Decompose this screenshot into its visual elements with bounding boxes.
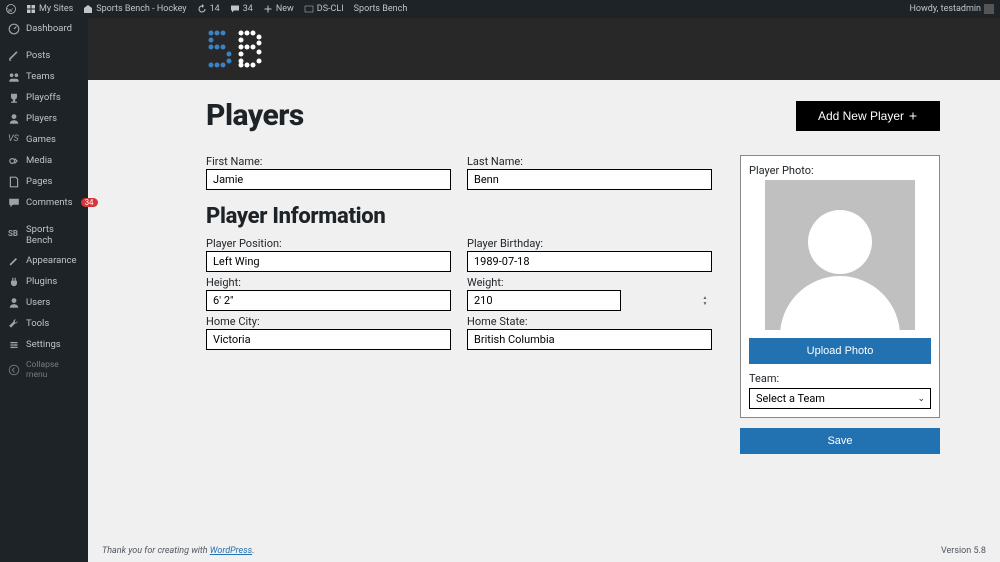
sidebar-item-appearance[interactable]: Appearance — [0, 250, 88, 271]
weight-input[interactable] — [467, 290, 621, 311]
last-name-input[interactable] — [467, 169, 712, 190]
sidebar-item-label: Posts — [26, 50, 50, 61]
sidebar-item-label: Sports Bench — [26, 224, 80, 246]
sidebar-item-media[interactable]: Media — [0, 150, 88, 171]
sidebar-item-settings[interactable]: Settings — [0, 334, 88, 355]
sidebar-item-label: Appearance — [26, 255, 77, 266]
sidebar-item-label: Settings — [26, 339, 61, 350]
plus-icon — [908, 111, 918, 121]
sb-logo — [206, 28, 264, 70]
sb-icon: SB — [8, 229, 20, 241]
sidebar-item-label: Playoffs — [26, 92, 61, 103]
sidebar-item-label: Tools — [26, 318, 49, 329]
position-input[interactable] — [206, 251, 451, 272]
first-name-input[interactable] — [206, 169, 451, 190]
wordpress-link[interactable]: WordPress — [210, 546, 252, 556]
player-photo-placeholder — [765, 180, 915, 330]
home-state-input[interactable] — [467, 329, 712, 350]
sidebar-item-players[interactable]: Players — [0, 108, 88, 129]
updates-link[interactable]: 14 — [197, 4, 220, 14]
home-city-input[interactable] — [206, 329, 451, 350]
sidebar-item-label: Plugins — [26, 276, 57, 287]
sidebar-item-dashboard[interactable]: Dashboard — [0, 18, 88, 39]
home-state-label: Home State: — [467, 315, 712, 328]
position-label: Player Position: — [206, 237, 451, 250]
upload-photo-button[interactable]: Upload Photo — [749, 338, 931, 364]
new-link[interactable]: New — [263, 4, 294, 14]
sidebar-item-comments[interactable]: Comments34 — [0, 192, 88, 213]
sidebar-item-teams[interactable]: Teams — [0, 66, 88, 87]
comments-link[interactable]: 34 — [230, 4, 253, 14]
last-name-label: Last Name: — [467, 155, 712, 168]
main-content: Players Add New Player First Name: Last … — [88, 18, 1000, 562]
avatar-icon — [984, 4, 994, 14]
birthday-input[interactable] — [467, 251, 712, 272]
save-button[interactable]: Save — [740, 428, 940, 454]
height-label: Height: — [206, 276, 451, 289]
sidebar-item-posts[interactable]: Posts — [0, 45, 88, 66]
sidebar-item-users[interactable]: Users — [0, 292, 88, 313]
home-city-label: Home City: — [206, 315, 451, 328]
sidebar-item-pages[interactable]: Pages — [0, 171, 88, 192]
team-label: Team: — [749, 372, 931, 385]
my-sites-link[interactable]: My Sites — [26, 4, 73, 14]
sidebar-item-label: Dashboard — [26, 23, 72, 34]
wp-logo[interactable] — [6, 4, 16, 14]
sidebar-item-plugins[interactable]: Plugins — [0, 271, 88, 292]
sidebar-item-tools[interactable]: Tools — [0, 313, 88, 334]
sidebar-item-label: Players — [26, 113, 57, 124]
sidebar-item-label: Games — [26, 134, 56, 145]
birthday-label: Player Birthday: — [467, 237, 712, 250]
first-name-label: First Name: — [206, 155, 451, 168]
player-photo-panel: Player Photo: Upload Photo Team: Select … — [740, 155, 940, 418]
sidebar-item-label: Users — [26, 297, 50, 308]
sports-bench-link[interactable]: Sports Bench — [354, 4, 408, 14]
sidebar-item-playoffs[interactable]: Playoffs — [0, 87, 88, 108]
player-photo-label: Player Photo: — [749, 164, 931, 177]
sidebar-item-sportsbench[interactable]: SB Sports Bench — [0, 219, 88, 250]
admin-bar: My Sites Sports Bench - Hockey 14 34 New… — [0, 0, 1000, 18]
sidebar-item-label: Teams — [26, 71, 55, 82]
sidebar-item-games[interactable]: VSGames — [0, 129, 88, 150]
collapse-menu[interactable]: Collapse menu — [0, 355, 88, 384]
admin-sidebar: Dashboard Posts Teams Playoffs Players V… — [0, 18, 88, 562]
weight-label: Weight: — [467, 276, 712, 289]
sidebar-item-label: Media — [26, 155, 52, 166]
height-input[interactable] — [206, 290, 451, 311]
brand-bar — [88, 18, 1000, 80]
howdy-link[interactable]: Howdy, testadmin — [909, 4, 994, 14]
version-text: Version 5.8 — [941, 546, 986, 556]
page-title: Players — [206, 98, 304, 133]
add-new-player-button[interactable]: Add New Player — [796, 101, 940, 131]
admin-footer: Thank you for creating with WordPress. V… — [88, 540, 1000, 562]
number-spinner-icon[interactable]: ▲▼ — [700, 292, 710, 309]
team-select[interactable]: Select a Team — [749, 388, 931, 409]
player-info-heading: Player Information — [206, 204, 712, 229]
dscli-link[interactable]: DS-CLI — [304, 4, 344, 14]
sidebar-item-label: Pages — [26, 176, 52, 187]
sidebar-item-label: Comments — [26, 197, 73, 208]
site-name-link[interactable]: Sports Bench - Hockey — [83, 4, 186, 14]
